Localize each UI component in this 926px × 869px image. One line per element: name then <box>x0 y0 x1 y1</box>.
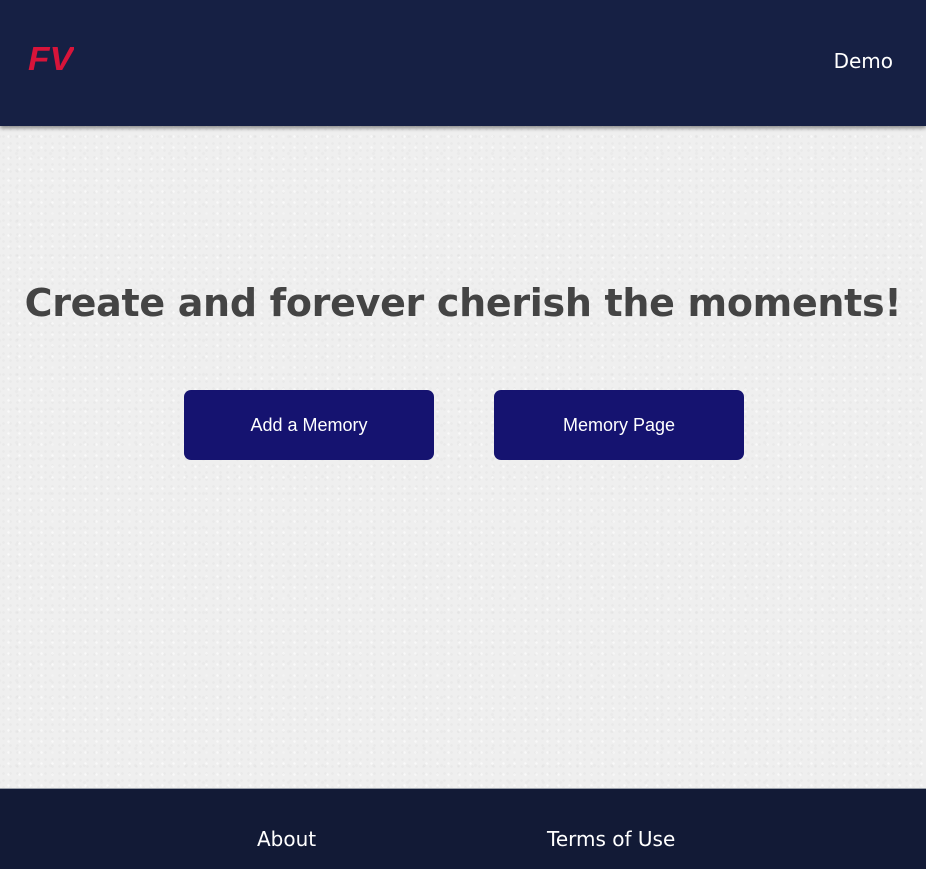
nav-link-demo[interactable]: Demo <box>834 48 893 74</box>
memory-page-button[interactable]: Memory Page <box>494 390 744 460</box>
add-memory-button[interactable]: Add a Memory <box>184 390 434 460</box>
logo-text: FV <box>28 42 74 74</box>
main-content: Create and forever cherish the moments! … <box>0 126 926 788</box>
site-footer: About Terms of Use <box>0 788 926 869</box>
fv-logo-svg: FV <box>28 40 76 77</box>
fv-logo-icon[interactable]: FV <box>28 40 76 77</box>
site-header: FV Demo <box>0 0 926 126</box>
page-headline: Create and forever cherish the moments! <box>24 281 902 325</box>
footer-link-about[interactable]: About <box>257 826 316 852</box>
footer-link-terms[interactable]: Terms of Use <box>547 826 675 852</box>
